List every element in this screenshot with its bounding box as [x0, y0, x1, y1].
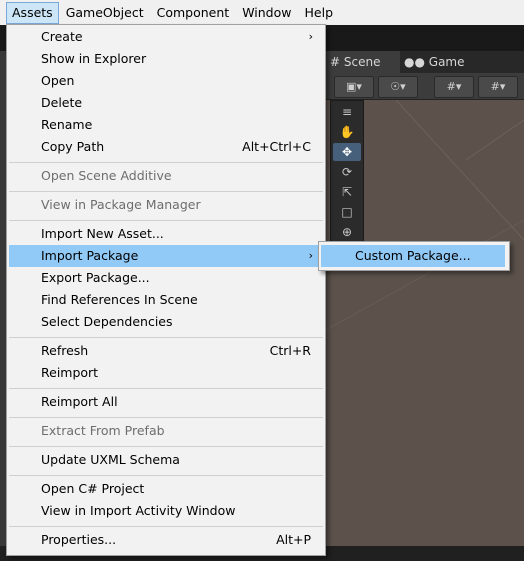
scene-toolbar: ▣▾ ☉▾ #▾ #▾	[326, 73, 524, 100]
chevron-right-icon: ›	[308, 30, 313, 43]
drag-handle[interactable]: ≡	[333, 103, 361, 121]
menu-item-label: Show in Explorer	[41, 51, 147, 66]
menu-item-view-import-activity[interactable]: View in Import Activity Window	[9, 500, 323, 522]
menu-item-label: Properties...	[41, 532, 117, 547]
menu-item-create[interactable]: Create ›	[9, 26, 323, 48]
menu-item-refresh[interactable]: Refresh Ctrl+R	[9, 340, 323, 362]
scale-tool-icon[interactable]: ⇱	[333, 183, 361, 201]
menu-item-shortcut: Alt+P	[276, 532, 311, 547]
grid-icon: #▾	[446, 80, 462, 93]
menu-item-label: Open Scene Additive	[41, 168, 172, 183]
menu-separator	[9, 388, 323, 389]
menu-item-custom-package[interactable]: Custom Package...	[321, 245, 505, 267]
draw-mode-icon: ▣▾	[346, 80, 362, 93]
tab-scene-label: Scene	[343, 55, 381, 69]
menu-item-label: Rename	[41, 117, 93, 132]
menu-item-copy-path[interactable]: Copy Path Alt+Ctrl+C	[9, 136, 323, 158]
menu-item-shortcut: Ctrl+R	[269, 343, 311, 358]
menu-item-label: Import New Asset...	[41, 226, 164, 241]
menu-item-label: Copy Path	[41, 139, 105, 154]
menu-item-open-csharp-project[interactable]: Open C# Project	[9, 478, 323, 500]
menu-item-find-references[interactable]: Find References In Scene	[9, 289, 323, 311]
scene-tabbar: # Scene ●● Game	[326, 51, 524, 73]
menu-separator	[9, 526, 323, 527]
menu-item-reimport-all[interactable]: Reimport All	[9, 391, 323, 413]
menu-item-export-package[interactable]: Export Package...	[9, 267, 323, 289]
menu-item-delete[interactable]: Delete	[9, 92, 323, 114]
chevron-right-icon: ›	[308, 249, 313, 262]
tool-palette: ≡ ✋ ✥ ⟳ ⇱ □ ⊕	[330, 100, 364, 244]
menu-item-shortcut: Alt+Ctrl+C	[242, 139, 311, 154]
hand-tool-icon[interactable]: ✋	[333, 123, 361, 141]
draw-mode-dropdown[interactable]: ▣▾	[334, 76, 374, 98]
menu-component[interactable]: Component	[151, 2, 236, 24]
tab-game-label: Game	[428, 55, 465, 69]
menu-item-label: Import Package	[41, 248, 139, 263]
transform-tool-icon[interactable]: ⊕	[333, 223, 361, 241]
grid-snapping-dropdown[interactable]: #▾	[434, 76, 474, 98]
menu-item-properties[interactable]: Properties... Alt+P	[9, 529, 323, 551]
menu-item-show-in-explorer[interactable]: Show in Explorer	[9, 48, 323, 70]
menu-item-extract-from-prefab: Extract From Prefab	[9, 420, 323, 442]
menu-separator	[9, 475, 323, 476]
rect-tool-icon[interactable]: □	[333, 203, 361, 221]
tab-game[interactable]: ●● Game	[402, 51, 474, 73]
menu-item-reimport[interactable]: Reimport	[9, 362, 323, 384]
menu-help[interactable]: Help	[299, 2, 340, 24]
menu-item-select-dependencies[interactable]: Select Dependencies	[9, 311, 323, 333]
menu-item-update-uxml-schema[interactable]: Update UXML Schema	[9, 449, 323, 471]
menu-separator	[9, 337, 323, 338]
move-tool-icon[interactable]: ✥	[333, 143, 361, 161]
menubar: Assets GameObject Component Window Help	[0, 0, 524, 25]
menu-item-open[interactable]: Open	[9, 70, 323, 92]
assets-menu: Create › Show in Explorer Open Delete Re…	[6, 24, 326, 556]
menu-item-label: Extract From Prefab	[41, 423, 165, 438]
menu-item-label: Open	[41, 73, 75, 88]
menu-item-view-in-package-manager: View in Package Manager	[9, 194, 323, 216]
menu-item-import-new-asset[interactable]: Import New Asset...	[9, 223, 323, 245]
menu-separator	[9, 162, 323, 163]
shading-dropdown[interactable]: ☉▾	[378, 76, 418, 98]
gamepad-icon: ●●	[404, 55, 425, 69]
menu-item-label: Update UXML Schema	[41, 452, 180, 467]
menu-separator	[9, 191, 323, 192]
menu-item-label: Refresh	[41, 343, 89, 358]
hash-icon: #	[330, 55, 341, 69]
increment-snap-dropdown[interactable]: #▾	[478, 76, 518, 98]
menu-item-label: Reimport All	[41, 394, 118, 409]
menu-separator	[9, 220, 323, 221]
snap-icon: #▾	[490, 80, 506, 93]
menu-item-label: Select Dependencies	[41, 314, 173, 329]
tab-scene[interactable]: # Scene	[326, 51, 400, 73]
menu-separator	[9, 446, 323, 447]
menu-item-label: View in Package Manager	[41, 197, 201, 212]
menu-item-label: Export Package...	[41, 270, 150, 285]
import-package-submenu: Custom Package...	[318, 241, 510, 271]
globe-icon: ☉▾	[390, 80, 406, 93]
menu-gameobject[interactable]: GameObject	[60, 2, 150, 24]
menu-separator	[9, 417, 323, 418]
menu-item-open-scene-additive: Open Scene Additive	[9, 165, 323, 187]
menu-item-label: Delete	[41, 95, 83, 110]
menu-item-import-package[interactable]: Import Package ›	[9, 245, 323, 267]
menu-assets[interactable]: Assets	[6, 1, 59, 24]
menu-item-label: Open C# Project	[41, 481, 145, 496]
rotate-tool-icon[interactable]: ⟳	[333, 163, 361, 181]
menu-item-label: Create	[41, 29, 83, 44]
menu-item-label: Reimport	[41, 365, 99, 380]
menu-item-rename[interactable]: Rename	[9, 114, 323, 136]
menu-item-label: View in Import Activity Window	[41, 503, 236, 518]
menu-item-label: Custom Package...	[355, 248, 471, 263]
menu-window[interactable]: Window	[236, 2, 297, 24]
menu-item-label: Find References In Scene	[41, 292, 198, 307]
